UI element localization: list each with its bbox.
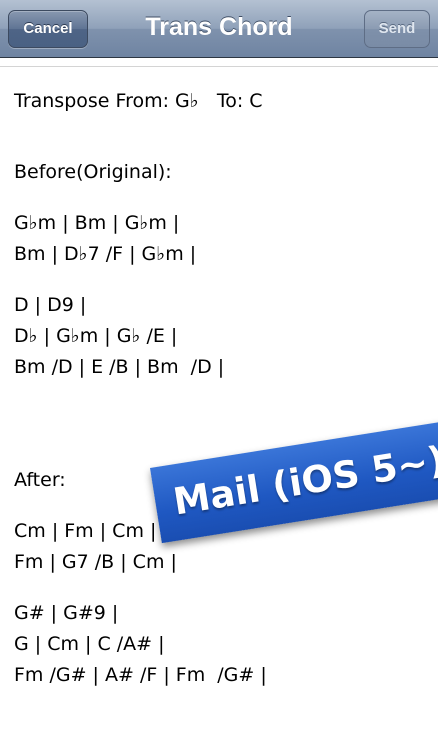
before-chord-line: D♭ | G♭m | G♭ /E | xyxy=(14,325,178,347)
after-chord-line: Fm | G7 /B | Cm | xyxy=(14,551,177,573)
after-chord-line: G | Cm | C /A# | xyxy=(14,633,165,655)
after-chord-line: G# | G#9 | xyxy=(14,602,119,624)
mail-body[interactable]: Transpose From: G♭ To: C Before(Original… xyxy=(14,86,424,691)
navigation-bar: Cancel Trans Chord Send xyxy=(0,0,438,58)
before-chord-line: Bm | D♭7 /F | G♭m | xyxy=(14,243,197,265)
send-button[interactable]: Send xyxy=(364,10,430,48)
after-chord-line: Fm /G# | A# /F | Fm /G# | xyxy=(14,664,267,686)
before-chord-line: D | D9 | xyxy=(14,294,87,316)
before-chord-line: Bm /D | E /B | Bm /D | xyxy=(14,356,225,378)
transpose-line: Transpose From: G♭ To: C xyxy=(14,90,263,112)
before-chord-line: G♭m | Bm | G♭m | xyxy=(14,212,180,234)
header-divider xyxy=(0,66,438,67)
before-heading: Before(Original): xyxy=(14,161,172,183)
